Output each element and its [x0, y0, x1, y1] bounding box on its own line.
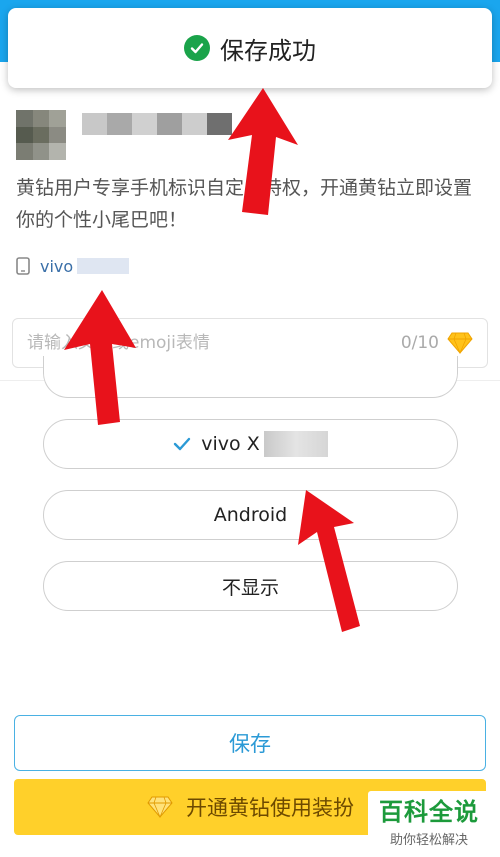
- promo-text: 黄钻用户专享手机标识自定义特权，开通黄钻立即设置你的个性小尾巴吧！: [16, 177, 473, 231]
- option-label: vivo X: [201, 433, 260, 455]
- option-vivo[interactable]: vivo X: [43, 419, 458, 469]
- option-label: Android: [213, 504, 288, 526]
- tail-text-input[interactable]: [27, 333, 401, 353]
- phone-icon: [16, 257, 30, 275]
- check-icon: [174, 437, 191, 451]
- toast-message: 保存成功: [220, 36, 316, 65]
- success-toast: 保存成功: [8, 8, 492, 88]
- option-label: 不显示: [221, 576, 279, 599]
- diamond-icon: [447, 332, 473, 354]
- watermark-title: 百科全说: [379, 798, 479, 826]
- device-name: vivo: [40, 256, 74, 276]
- watermark-subtitle: 助你轻松解决: [389, 833, 468, 848]
- option-hide[interactable]: 不显示: [43, 561, 458, 611]
- avatar: [16, 110, 66, 160]
- check-circle-icon: [184, 35, 210, 61]
- open-vip-label: 开通黄钻使用装扮: [186, 796, 354, 820]
- device-model-blurred: [77, 258, 130, 274]
- option-partial[interactable]: [43, 356, 458, 398]
- option-android[interactable]: Android: [43, 490, 458, 540]
- device-preview: vivo: [16, 254, 130, 278]
- user-name-blurred: [82, 113, 232, 135]
- diamond-icon: [147, 796, 173, 818]
- model-blurred: [263, 431, 328, 457]
- save-button[interactable]: 保存: [14, 715, 486, 771]
- char-count: 0/10: [400, 333, 439, 353]
- watermark-logo: 百科全说 助你轻松解决: [368, 791, 490, 849]
